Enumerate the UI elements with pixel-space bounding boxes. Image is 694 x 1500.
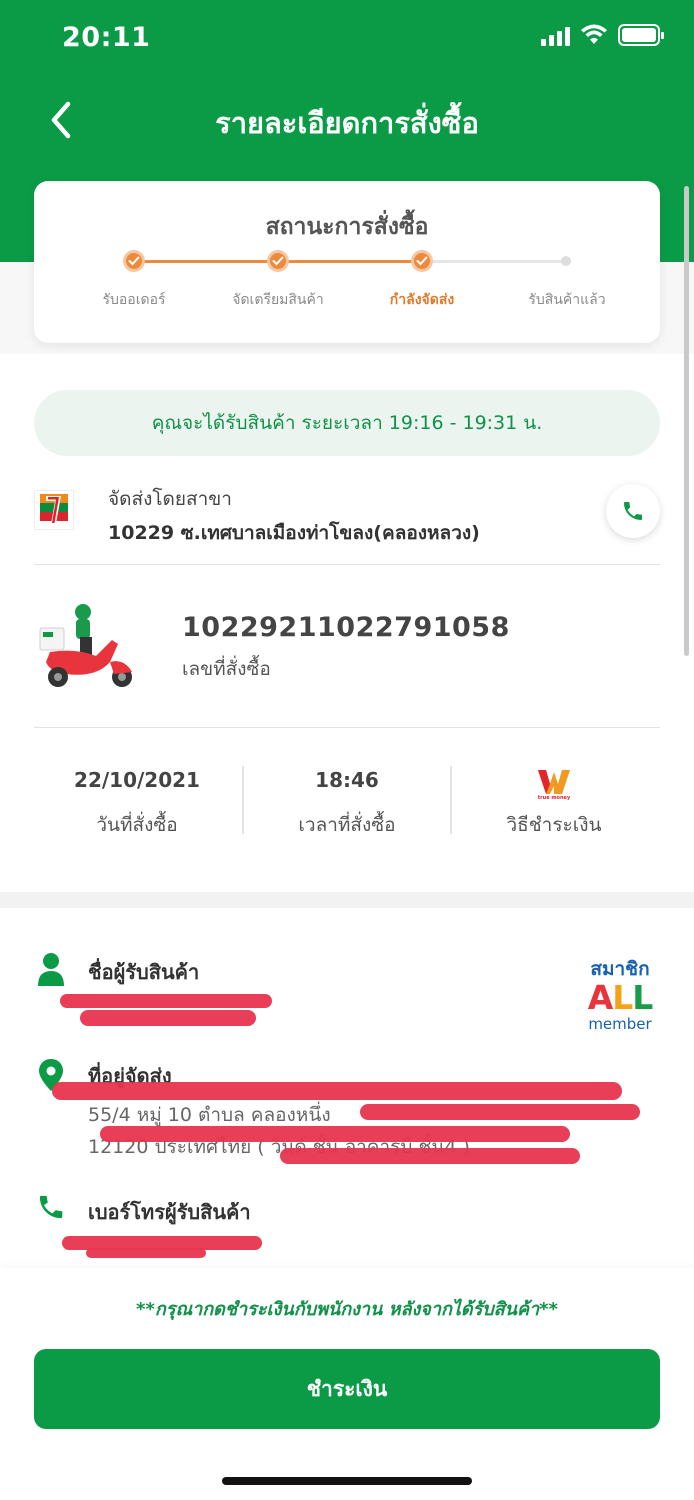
- order-time: 18:46 เวลาที่สั่งซื้อ: [247, 768, 447, 840]
- pay-button[interactable]: ชำระเงิน: [34, 1349, 660, 1429]
- order-status-card: สถานะการสั่งซื้อ รับออเดอร์ จัดเตรียมสิน…: [34, 181, 660, 343]
- step-done-icon: [267, 250, 289, 272]
- redaction-mark: [360, 1104, 640, 1120]
- redaction-mark: [52, 1082, 622, 1100]
- 7-eleven-logo: [34, 490, 74, 530]
- branch-row: จัดส่งโดยสาขา 10229 ซ.เทศบาลเมืองท่าโขลง…: [34, 480, 660, 564]
- redaction-mark: [100, 1126, 570, 1142]
- redaction-mark: [280, 1148, 580, 1164]
- step-done-icon: [123, 250, 145, 272]
- redaction-mark: [86, 1248, 206, 1258]
- order-number: 10229211022791058: [182, 612, 510, 643]
- branch-label: จัดส่งโดยสาขา: [108, 488, 232, 510]
- payment-method: true money วิธีชำระเงิน: [454, 768, 654, 840]
- progress-line-pending: [423, 260, 566, 263]
- order-time-value: 18:46: [315, 768, 379, 792]
- all-member-logo: สมาชิก ALL member: [578, 958, 662, 1034]
- status-time: 20:11: [62, 22, 151, 53]
- section-gap: [0, 892, 694, 908]
- divider: [34, 564, 660, 565]
- step-pending-icon: [561, 256, 571, 266]
- step-label: จัดเตรียมสินค้า: [232, 292, 324, 308]
- delivery-scooter-illustration: [39, 604, 132, 687]
- status-icons: [541, 24, 664, 46]
- step-label: รับออเดอร์: [102, 292, 166, 308]
- all-member-wordmark: ALL: [587, 978, 654, 1017]
- payment-method-label: วิธีชำระเงิน: [506, 814, 602, 836]
- eta-banner: คุณจะได้รับสินค้า ระยะเวลา 19:16 - 19:31…: [34, 390, 660, 456]
- phone-icon: [624, 502, 642, 520]
- truemoney-wallet-logo: true money: [454, 768, 654, 801]
- phone-icon: [39, 1195, 63, 1219]
- status-bar: 20:11: [0, 0, 694, 80]
- redaction-mark: [60, 994, 272, 1008]
- person-icon: [38, 953, 64, 986]
- cellular-signal-icon: [541, 24, 570, 46]
- order-time-label: เวลาที่สั่งซื้อ: [298, 814, 396, 836]
- call-branch-button[interactable]: [606, 484, 660, 538]
- recipient-phone-title: เบอร์โทรผู้รับสินค้า: [88, 1200, 251, 1224]
- step-done-icon: [411, 250, 433, 272]
- page-title: รายละเอียดการสั่งซื้อ: [215, 106, 479, 140]
- step-label-current: กำลังจัดส่ง: [389, 292, 455, 308]
- scrollbar[interactable]: [684, 186, 689, 656]
- wifi-icon: [581, 24, 607, 44]
- branch-name: 10229 ซ.เทศบาลเมืองท่าโขลง(คลองหลวง): [108, 522, 480, 544]
- svg-text:true money: true money: [538, 795, 571, 800]
- home-indicator[interactable]: [222, 1477, 472, 1485]
- order-date: 22/10/2021 วันที่สั่งซื้อ: [37, 768, 237, 840]
- recipient-name-title: ชื่อผู้รับสินค้า: [88, 960, 200, 984]
- order-status-title: สถานะการสั่งซื้อ: [265, 214, 429, 240]
- divider: [34, 727, 660, 728]
- step-label: รับสินค้าแล้ว: [528, 292, 606, 308]
- redaction-mark: [80, 1010, 256, 1026]
- order-date-label: วันที่สั่งซื้อ: [96, 814, 178, 836]
- payment-note: **กรุณากดชำระเงินกับพนักงาน หลังจากได้รั…: [136, 1299, 558, 1320]
- column-divider: [242, 766, 244, 834]
- column-divider: [450, 766, 452, 834]
- order-number-label: เลขที่สั่งซื้อ: [182, 658, 271, 680]
- battery-icon: [618, 24, 664, 46]
- order-date-value: 22/10/2021: [74, 768, 200, 792]
